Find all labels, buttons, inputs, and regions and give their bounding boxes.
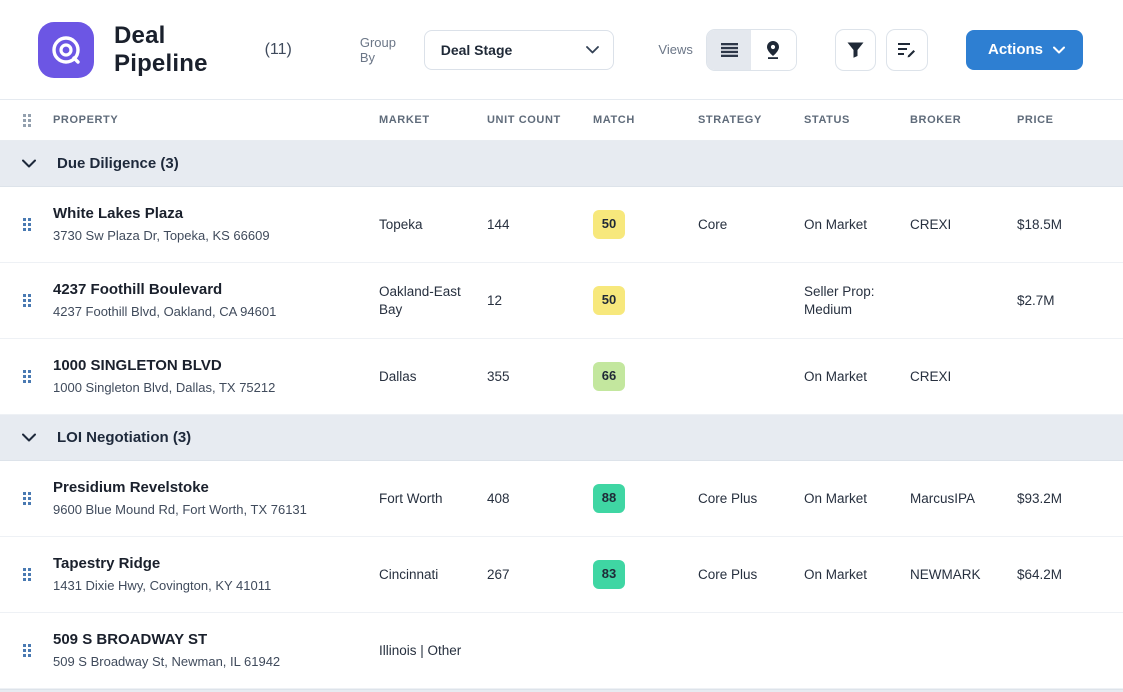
chevron-down-icon — [22, 433, 36, 442]
collapse-group-button[interactable] — [22, 159, 36, 168]
table-header-row: Property Market Unit Count Match Strateg… — [0, 100, 1123, 141]
app-header: Deal Pipeline (11) Group By Deal Stage V… — [0, 0, 1123, 100]
market-cell: Topeka — [379, 216, 487, 234]
group-header-loi-negotiation[interactable]: LOI Negotiation (3) — [0, 415, 1123, 461]
group-title: Due Diligence (3) — [57, 155, 179, 172]
group-header-due-diligence[interactable]: Due Diligence (3) — [0, 141, 1123, 187]
drag-handle-icon[interactable] — [23, 492, 31, 505]
price-cell: $93.2M — [1017, 490, 1123, 508]
column-header-unit-count[interactable]: Unit Count — [487, 114, 593, 126]
property-name[interactable]: 1000 SINGLETON BLVD — [53, 356, 365, 376]
unit-count-cell: 355 — [487, 368, 593, 386]
drag-handle-icon[interactable] — [23, 644, 31, 657]
market-cell: Illinois | Other — [379, 642, 487, 660]
column-header-market[interactable]: Market — [379, 114, 487, 126]
column-header-status[interactable]: Status — [804, 114, 910, 126]
table-row[interactable]: Presidium Revelstoke 9600 Blue Mound Rd,… — [0, 461, 1123, 537]
broker-cell: CREXI — [910, 216, 1017, 234]
table-row[interactable]: 509 S BROADWAY ST 509 S Broadway St, New… — [0, 613, 1123, 689]
map-pin-icon — [765, 41, 781, 59]
price-cell: $2.7M — [1017, 292, 1123, 310]
status-cell: On Market — [804, 368, 910, 386]
property-name[interactable]: 509 S BROADWAY ST — [53, 630, 365, 650]
chevron-down-icon — [22, 159, 36, 168]
edit-list-button[interactable] — [886, 29, 928, 71]
property-name[interactable]: Tapestry Ridge — [53, 554, 365, 574]
strategy-cell: Core Plus — [698, 566, 804, 584]
status-cell: On Market — [804, 566, 910, 584]
map-view-button[interactable] — [751, 30, 795, 70]
strategy-cell: Core Plus — [698, 490, 804, 508]
view-toggle — [706, 29, 797, 71]
column-header-match[interactable]: Match — [593, 114, 698, 126]
views-label: Views — [658, 42, 692, 57]
property-name[interactable]: Presidium Revelstoke — [53, 478, 365, 498]
property-address: 509 S Broadway St, Newman, IL 61942 — [53, 654, 365, 671]
drag-handle-icon[interactable] — [23, 218, 31, 231]
strategy-cell: Core — [698, 216, 804, 234]
filter-button[interactable] — [835, 29, 877, 71]
actions-button-label: Actions — [988, 41, 1043, 58]
actions-button[interactable]: Actions — [966, 30, 1083, 70]
property-address: 1431 Dixie Hwy, Covington, KY 41011 — [53, 578, 365, 595]
table-row[interactable]: 4237 Foothill Boulevard 4237 Foothill Bl… — [0, 263, 1123, 339]
unit-count-cell: 12 — [487, 292, 593, 310]
drag-handle-icon[interactable] — [23, 294, 31, 307]
property-name[interactable]: White Lakes Plaza — [53, 204, 365, 224]
group-title: LOI Negotiation (3) — [57, 429, 191, 446]
status-cell: Seller Prop: Medium — [804, 283, 910, 318]
broker-cell: NEWMARK — [910, 566, 1017, 584]
property-address: 9600 Blue Mound Rd, Fort Worth, TX 76131 — [53, 502, 365, 519]
market-cell: Fort Worth — [379, 490, 487, 508]
page-title: Deal Pipeline — [114, 22, 258, 78]
price-cell: $64.2M — [1017, 566, 1123, 584]
collapse-group-button[interactable] — [22, 433, 36, 442]
broker-cell: MarcusIPA — [910, 490, 1017, 508]
unit-count-cell: 144 — [487, 216, 593, 234]
list-view-icon — [721, 43, 738, 57]
drag-handle-icon[interactable] — [23, 114, 31, 127]
group-by-select[interactable]: Deal Stage — [424, 30, 615, 70]
match-score-badge: 50 — [593, 286, 625, 315]
market-cell: Oakland-East Bay — [379, 283, 487, 318]
match-score-badge: 83 — [593, 560, 625, 589]
status-cell: On Market — [804, 490, 910, 508]
match-score-badge: 88 — [593, 484, 625, 513]
column-header-broker[interactable]: Broker — [910, 114, 1017, 126]
drag-handle-icon[interactable] — [23, 568, 31, 581]
app-logo-icon — [38, 22, 94, 78]
table-row[interactable]: White Lakes Plaza 3730 Sw Plaza Dr, Tope… — [0, 187, 1123, 263]
edit-list-icon — [898, 42, 916, 58]
broker-cell: CREXI — [910, 368, 1017, 386]
list-view-button[interactable] — [707, 30, 751, 70]
table-row[interactable]: Tapestry Ridge 1431 Dixie Hwy, Covington… — [0, 537, 1123, 613]
property-address: 3730 Sw Plaza Dr, Topeka, KS 66609 — [53, 228, 365, 245]
price-cell: $18.5M — [1017, 216, 1123, 234]
page-count: (11) — [265, 41, 292, 59]
market-cell: Dallas — [379, 368, 487, 386]
unit-count-cell: 267 — [487, 566, 593, 584]
table-row[interactable]: 1000 SINGLETON BLVD 1000 Singleton Blvd,… — [0, 339, 1123, 415]
market-cell: Cincinnati — [379, 566, 487, 584]
column-header-price[interactable]: Price — [1017, 114, 1123, 126]
chevron-down-icon — [1053, 46, 1065, 54]
match-score-badge: 50 — [593, 210, 625, 239]
drag-handle-icon[interactable] — [23, 370, 31, 383]
column-header-property[interactable]: Property — [53, 114, 379, 126]
property-address: 4237 Foothill Blvd, Oakland, CA 94601 — [53, 304, 365, 321]
property-address: 1000 Singleton Blvd, Dallas, TX 75212 — [53, 380, 365, 397]
unit-count-cell: 408 — [487, 490, 593, 508]
column-header-strategy[interactable]: Strategy — [698, 114, 804, 126]
group-by-label: Group By — [360, 35, 412, 65]
status-cell: On Market — [804, 216, 910, 234]
property-name[interactable]: 4237 Foothill Boulevard — [53, 280, 365, 300]
group-by-value: Deal Stage — [441, 42, 513, 58]
filter-funnel-icon — [847, 42, 864, 58]
chevron-down-icon — [586, 46, 599, 54]
match-score-badge: 66 — [593, 362, 625, 391]
